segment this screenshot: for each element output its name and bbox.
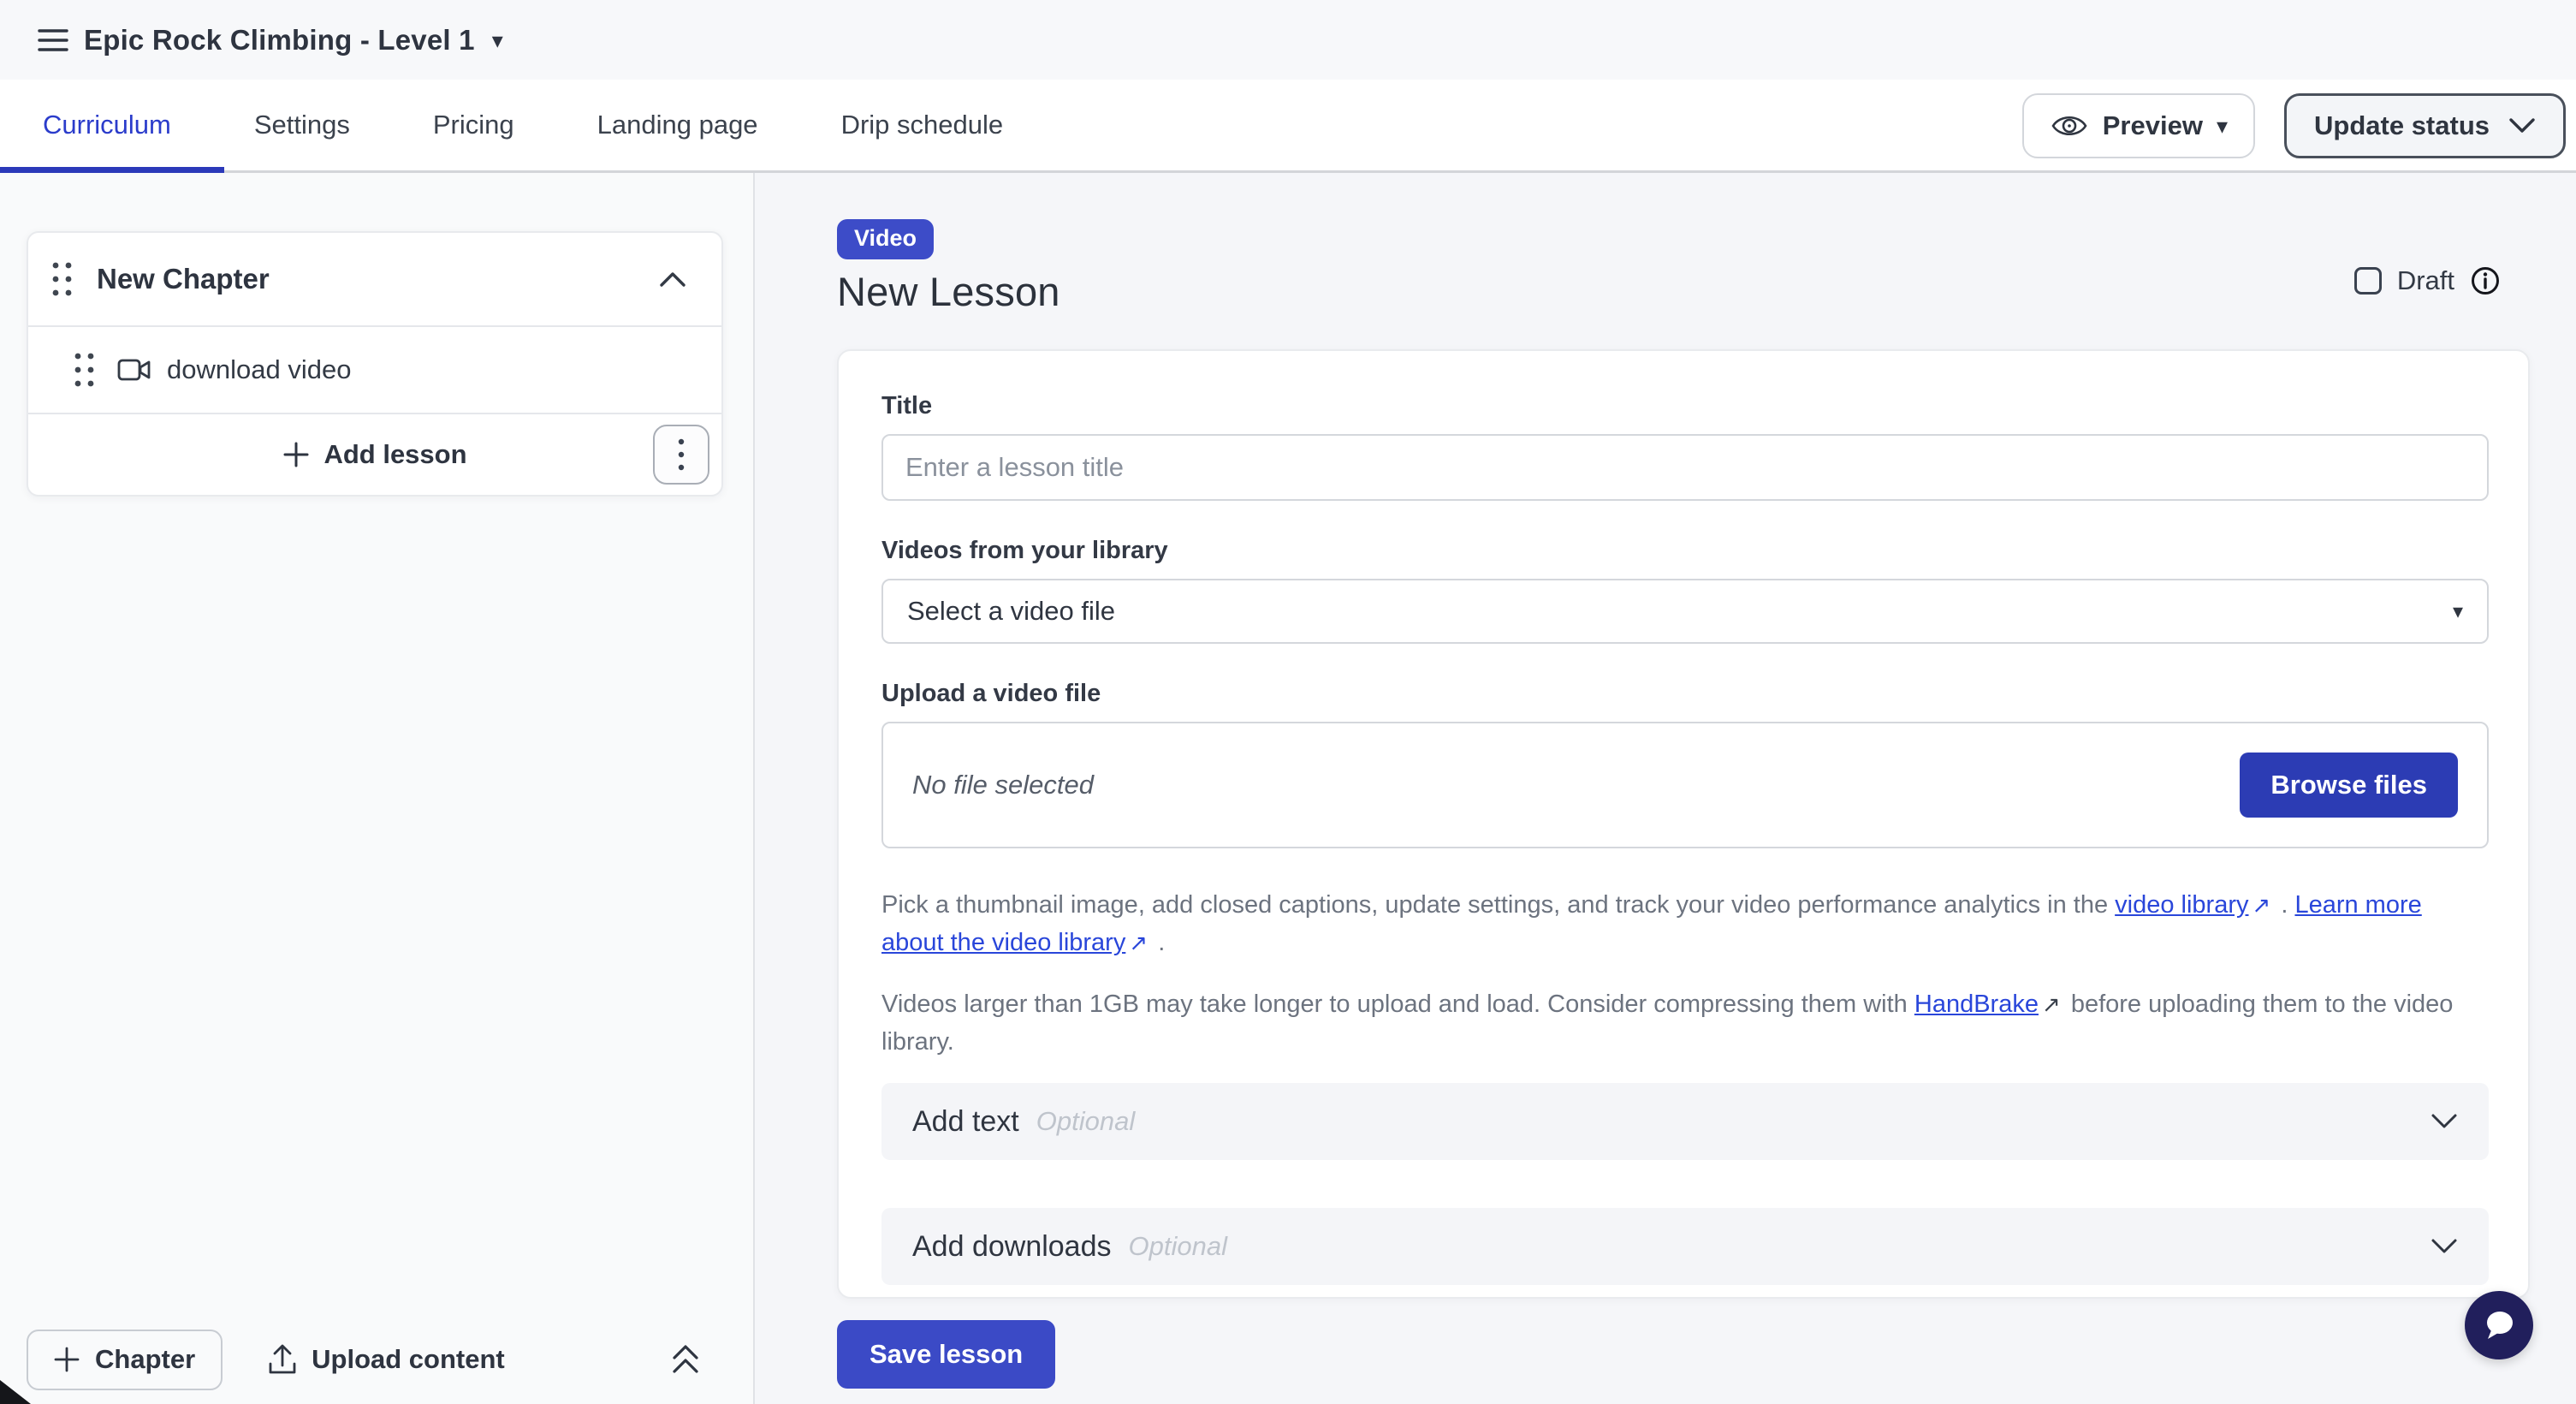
hamburger-menu-icon[interactable] bbox=[26, 13, 80, 68]
tab-drip-schedule[interactable]: Drip schedule bbox=[841, 110, 1004, 140]
active-tab-underline bbox=[0, 167, 224, 173]
video-library-selected-value: Select a video file bbox=[907, 596, 1115, 627]
eye-icon bbox=[2050, 111, 2089, 140]
add-lesson-row: Add lesson bbox=[28, 414, 721, 495]
browse-files-button[interactable]: Browse files bbox=[2240, 753, 2458, 818]
file-upload-dropzone: No file selected Browse files bbox=[881, 722, 2489, 848]
chevron-up-icon[interactable] bbox=[658, 271, 687, 288]
lesson-row[interactable]: download video bbox=[28, 327, 721, 413]
update-status-label: Update status bbox=[2314, 110, 2490, 141]
curriculum-sidebar: New Chapter download video bbox=[0, 173, 755, 1404]
plus-icon bbox=[282, 441, 310, 468]
kebab-menu-icon bbox=[678, 437, 685, 472]
upload-icon bbox=[267, 1343, 298, 1376]
add-lesson-label: Add lesson bbox=[323, 439, 466, 470]
no-file-text: No file selected bbox=[912, 770, 1094, 800]
draft-checkbox[interactable] bbox=[2354, 267, 2382, 294]
chapter-card: New Chapter download video bbox=[27, 231, 723, 497]
video-library-field: Videos from your library Select a video … bbox=[881, 537, 2489, 644]
tab-bar: Curriculum Settings Pricing Landing page… bbox=[0, 80, 2576, 173]
add-downloads-label: Add downloads bbox=[912, 1230, 1112, 1264]
sidebar-bottom-bar: Chapter Upload content bbox=[0, 1315, 751, 1404]
caret-down-icon: ▾ bbox=[492, 29, 503, 51]
add-text-label: Add text bbox=[912, 1105, 1019, 1139]
update-status-button[interactable]: Update status bbox=[2284, 93, 2566, 158]
tab-settings[interactable]: Settings bbox=[254, 110, 350, 140]
upload-video-field: Upload a video file No file selected Bro… bbox=[881, 680, 2489, 848]
lesson-form-card: Title Videos from your library Select a … bbox=[837, 349, 2530, 1299]
page-title: New Lesson bbox=[837, 268, 2576, 315]
help-text: Pick a thumbnail image, add closed capti… bbox=[881, 891, 2115, 919]
video-library-help-text: Pick a thumbnail image, add closed capti… bbox=[881, 886, 2489, 961]
hamburger-glyph bbox=[38, 28, 68, 52]
video-library-link[interactable]: video library bbox=[2115, 891, 2248, 919]
handbrake-link[interactable]: HandBrake bbox=[1914, 991, 2039, 1018]
preview-label: Preview bbox=[2103, 110, 2203, 141]
title-field: Title bbox=[881, 392, 2489, 501]
help-text: . bbox=[2274, 891, 2294, 919]
course-title: Epic Rock Climbing - Level 1 bbox=[84, 24, 475, 57]
top-bar: Epic Rock Climbing - Level 1 ▾ bbox=[0, 0, 2576, 80]
chevron-down-icon bbox=[2508, 117, 2536, 134]
lesson-type-badge: Video bbox=[837, 219, 934, 259]
chapter-button-label: Chapter bbox=[95, 1344, 195, 1375]
chat-launcher-button[interactable] bbox=[2465, 1291, 2533, 1359]
chevron-down-icon bbox=[2431, 1113, 2458, 1130]
video-library-label: Videos from your library bbox=[881, 537, 2489, 565]
tab-actions: Preview ▾ Update status bbox=[2022, 93, 2566, 158]
chat-icon bbox=[2480, 1307, 2518, 1343]
optional-label: Optional bbox=[1036, 1106, 1135, 1137]
optional-label: Optional bbox=[1129, 1231, 1227, 1262]
upload-video-label: Upload a video file bbox=[881, 680, 2489, 708]
lesson-title-input[interactable] bbox=[881, 434, 2489, 501]
collapse-all-icon[interactable] bbox=[671, 1343, 700, 1376]
upload-content-button[interactable]: Upload content bbox=[267, 1343, 505, 1376]
add-text-section[interactable]: Add text Optional bbox=[881, 1083, 2489, 1160]
help-text: . bbox=[1151, 929, 1165, 956]
select-caret-icon: ▾ bbox=[2453, 599, 2463, 624]
tab-curriculum[interactable]: Curriculum bbox=[43, 110, 171, 140]
plus-icon bbox=[54, 1347, 80, 1372]
chapter-title: New Chapter bbox=[97, 263, 270, 295]
help-text: Videos larger than 1GB may take longer t… bbox=[881, 991, 1914, 1018]
draft-label: Draft bbox=[2397, 265, 2454, 296]
drag-handle-icon[interactable] bbox=[73, 351, 97, 389]
title-field-label: Title bbox=[881, 392, 2489, 420]
preview-button[interactable]: Preview ▾ bbox=[2022, 93, 2255, 158]
external-link-icon: ↗ bbox=[2039, 991, 2064, 1017]
lesson-title: download video bbox=[167, 354, 351, 385]
drag-handle-icon[interactable] bbox=[50, 260, 74, 298]
external-link-icon: ↗ bbox=[2248, 892, 2274, 918]
draft-toggle: Draft bbox=[2354, 265, 2501, 296]
lesson-editor: Video New Lesson Draft Title Videos from… bbox=[755, 173, 2576, 1404]
upload-content-label: Upload content bbox=[312, 1344, 505, 1375]
external-link-icon: ↗ bbox=[1125, 930, 1151, 955]
chapter-options-button[interactable] bbox=[653, 425, 709, 485]
lesson-header: Video New Lesson bbox=[755, 173, 2576, 315]
course-switcher[interactable]: Epic Rock Climbing - Level 1 ▾ bbox=[84, 24, 503, 57]
video-camera-icon bbox=[117, 358, 151, 382]
tab-landing-page[interactable]: Landing page bbox=[597, 110, 758, 140]
compression-help-text: Videos larger than 1GB may take longer t… bbox=[881, 985, 2489, 1061]
save-lesson-button[interactable]: Save lesson bbox=[837, 1320, 1055, 1389]
add-chapter-button[interactable]: Chapter bbox=[27, 1330, 223, 1390]
caret-down-icon: ▾ bbox=[2217, 115, 2228, 137]
chevron-down-icon bbox=[2431, 1238, 2458, 1255]
tab-pricing[interactable]: Pricing bbox=[433, 110, 514, 140]
add-lesson-button[interactable]: Add lesson bbox=[282, 439, 466, 470]
info-icon[interactable] bbox=[2470, 265, 2501, 296]
video-library-select[interactable]: Select a video file ▾ bbox=[881, 579, 2489, 644]
add-downloads-section[interactable]: Add downloads Optional bbox=[881, 1208, 2489, 1285]
chapter-row: New Chapter bbox=[28, 233, 721, 325]
